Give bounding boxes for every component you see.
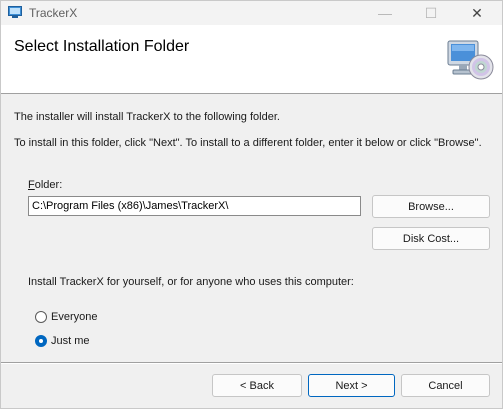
app-icon	[8, 6, 22, 18]
close-icon: ✕	[471, 4, 483, 21]
header-banner: Select Installation Folder	[1, 25, 502, 94]
title-bar: TrackerX — ☐ ✕	[1, 1, 502, 25]
intro-text: The installer will install TrackerX to t…	[14, 111, 280, 123]
close-button[interactable]: ✕	[454, 1, 500, 25]
window-title: TrackerX	[29, 6, 78, 20]
folder-label-text: older:	[34, 179, 63, 191]
computer-cd-icon	[447, 40, 494, 80]
radio-option-everyone[interactable]: Everyone	[35, 310, 97, 324]
back-button[interactable]: < Back	[212, 374, 302, 397]
folder-path-input[interactable]	[28, 196, 361, 216]
browse-button[interactable]: Browse...	[372, 195, 490, 218]
minimize-icon: —	[378, 5, 392, 21]
footer-divider	[1, 362, 502, 364]
maximize-button[interactable]: ☐	[408, 1, 454, 25]
install-scope-label: Install TrackerX for yourself, or for an…	[28, 276, 354, 288]
instructions-text: To install in this folder, click "Next".…	[14, 137, 482, 149]
cancel-button[interactable]: Cancel	[401, 374, 490, 397]
everyone-label[interactable]: Everyone	[51, 311, 97, 323]
just-me-label[interactable]: Just me	[51, 335, 90, 347]
folder-label-accelerator: F	[28, 179, 35, 191]
radio-option-just-me[interactable]: Just me	[35, 334, 90, 348]
page-title: Select Installation Folder	[14, 38, 190, 55]
just-me-radio[interactable]	[35, 335, 47, 347]
minimize-button[interactable]: —	[362, 1, 408, 25]
maximize-icon: ☐	[424, 4, 438, 21]
folder-label: Folder:	[28, 179, 62, 191]
installer-window: TrackerX — ☐ ✕ Select Installation Folde…	[0, 0, 503, 409]
next-button[interactable]: Next >	[308, 374, 395, 397]
everyone-radio[interactable]	[35, 311, 47, 323]
disk-cost-button[interactable]: Disk Cost...	[372, 227, 490, 250]
